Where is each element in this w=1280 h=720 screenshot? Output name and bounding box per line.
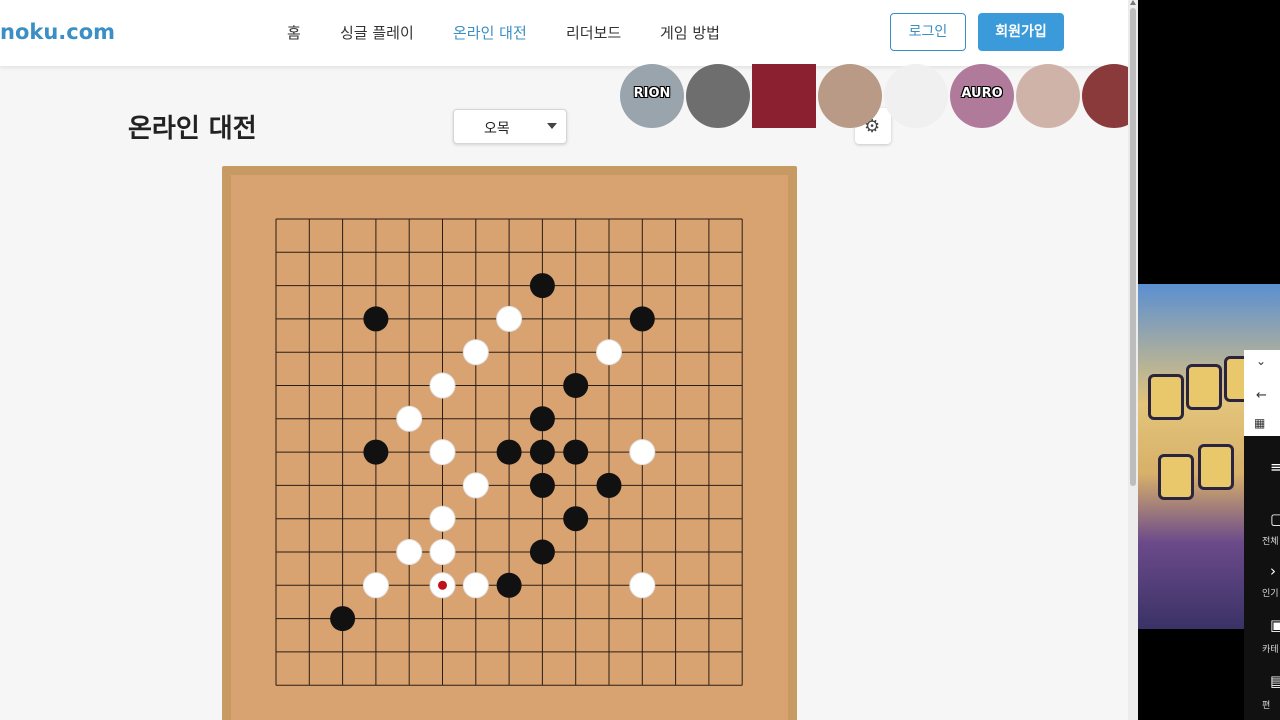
white-stone[interactable] xyxy=(429,439,456,466)
side-mini-panel: ⌄ ← ▦ ≡ ▢ 전체 › 인기 ▣ 카테 ▤ 편 xyxy=(1244,350,1280,720)
black-stone[interactable] xyxy=(496,572,522,598)
black-stone[interactable] xyxy=(529,273,555,299)
signup-button[interactable]: 회원가입 xyxy=(978,13,1064,51)
black-stone[interactable] xyxy=(529,472,555,498)
black-stone[interactable] xyxy=(563,373,589,398)
white-stone[interactable] xyxy=(429,505,456,532)
avatar xyxy=(752,64,816,128)
game-page: noku.com 홈 싱글 플레이 온라인 대전 리더보드 게임 방법 로그인 … xyxy=(0,0,1128,720)
last-move-marker xyxy=(438,580,447,590)
game-board-surface xyxy=(231,175,788,720)
category-icon[interactable]: ▣ xyxy=(1270,616,1280,634)
all-icon[interactable]: ▢ xyxy=(1270,510,1280,528)
black-stone[interactable] xyxy=(529,439,555,465)
avatar xyxy=(1016,64,1080,128)
nav-single-play[interactable]: 싱글 플레이 xyxy=(340,22,414,43)
popular-icon[interactable]: › xyxy=(1270,562,1276,580)
game-type-value: 오목 xyxy=(484,121,510,137)
white-stone[interactable] xyxy=(496,305,523,332)
top-navigation-bar: noku.com 홈 싱글 플레이 온라인 대전 리더보드 게임 방법 로그인 … xyxy=(0,0,1128,66)
white-stone[interactable] xyxy=(596,339,622,366)
scroll-up-arrow-icon[interactable] xyxy=(1130,0,1136,5)
seat-shape xyxy=(1148,374,1184,420)
black-stone[interactable] xyxy=(529,539,555,565)
chevron-down-icon[interactable]: ⌄ xyxy=(1256,354,1266,368)
side-label-popular: 인기 xyxy=(1262,589,1279,599)
nav-leaderboard[interactable]: 리더보드 xyxy=(566,22,621,43)
white-stone[interactable] xyxy=(462,339,489,366)
black-stone[interactable] xyxy=(563,506,589,532)
game-type-select[interactable]: 오목 xyxy=(453,109,567,144)
game-board-frame xyxy=(222,166,797,720)
calendar-icon[interactable]: ▤ xyxy=(1270,672,1280,690)
side-label-edit: 편 xyxy=(1262,701,1271,711)
avatar xyxy=(884,64,948,128)
white-stone[interactable] xyxy=(629,439,656,466)
avatar xyxy=(818,64,882,128)
page-scrollbar[interactable] xyxy=(1128,0,1138,720)
scrollbar-thumb[interactable] xyxy=(1130,8,1136,486)
back-arrow-icon[interactable]: ← xyxy=(1256,388,1267,403)
side-label-category: 카테 xyxy=(1262,645,1279,655)
avatar xyxy=(686,64,750,128)
nav-online-match[interactable]: 온라인 대전 xyxy=(453,22,527,43)
side-menu-dark: ≡ ▢ 전체 › 인기 ▣ 카테 ▤ 편 xyxy=(1244,436,1280,720)
avatar xyxy=(1082,64,1128,128)
white-stone[interactable] xyxy=(629,572,656,599)
black-stone[interactable] xyxy=(563,439,589,465)
side-label-all: 전체 xyxy=(1262,537,1279,547)
menu-icon[interactable]: ≡ xyxy=(1270,458,1280,476)
black-stone[interactable] xyxy=(529,406,555,432)
nav-how-to-play[interactable]: 게임 방법 xyxy=(660,22,720,43)
black-stone[interactable] xyxy=(330,606,356,632)
black-stone[interactable] xyxy=(629,306,655,332)
avatar-label: RION xyxy=(633,86,671,101)
nav-home[interactable]: 홈 xyxy=(287,22,301,43)
white-stone[interactable] xyxy=(429,539,456,565)
grid-icon[interactable]: ▦ xyxy=(1254,416,1265,430)
seat-shape xyxy=(1158,454,1194,500)
black-stone[interactable] xyxy=(496,439,522,465)
avatar: RION xyxy=(620,64,684,128)
seat-shape xyxy=(1198,444,1234,490)
white-stone[interactable] xyxy=(362,572,389,599)
white-stone[interactable] xyxy=(429,372,456,399)
page-title: 온라인 대전 xyxy=(128,114,257,144)
avatar: AURO xyxy=(950,64,1014,128)
chevron-down-icon xyxy=(547,123,557,129)
black-stone[interactable] xyxy=(596,472,622,498)
black-stone[interactable] xyxy=(363,439,389,465)
login-button[interactable]: 로그인 xyxy=(890,13,966,51)
avatar-label: AURO xyxy=(961,86,1003,101)
seat-shape xyxy=(1186,364,1222,410)
white-stone[interactable] xyxy=(396,405,423,432)
white-stone[interactable] xyxy=(396,539,423,565)
white-stone[interactable] xyxy=(462,472,489,499)
site-logo[interactable]: noku.com xyxy=(0,20,115,44)
gomoku-board[interactable] xyxy=(231,175,788,720)
black-stone[interactable] xyxy=(363,306,389,332)
white-stone[interactable] xyxy=(462,572,489,599)
